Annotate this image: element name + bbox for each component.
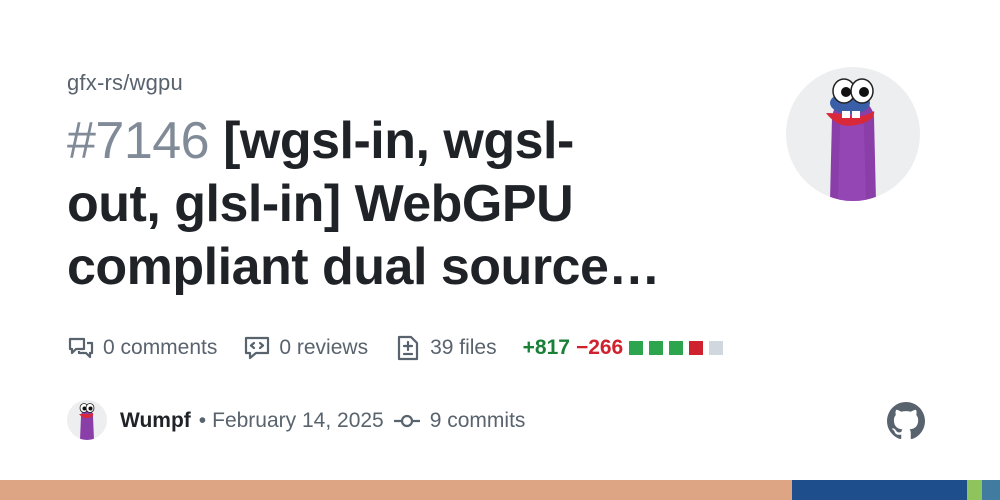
additions-count: +817 xyxy=(522,336,570,359)
file-diff-icon xyxy=(397,335,419,361)
diff-block xyxy=(669,341,684,355)
language-segment xyxy=(982,480,1000,500)
pr-title-line-1: [wgsl-in, wgsl- xyxy=(223,112,574,170)
language-segment xyxy=(792,480,967,500)
code-review-icon xyxy=(245,336,270,360)
repo-name[interactable]: gfx-rs/wgpu xyxy=(67,70,183,96)
reviews-stat[interactable]: 0 reviews xyxy=(243,334,368,362)
pr-title-line-2: out, glsl-in] WebGPU xyxy=(67,175,574,233)
pr-number: #7146 xyxy=(67,112,210,170)
diff-block xyxy=(689,341,704,355)
diff-block xyxy=(709,341,724,355)
language-segment xyxy=(0,480,792,500)
pr-title-line-3: compliant dual source… xyxy=(67,238,660,296)
pr-title: #7146 [wgsl-in, wgsl- out, glsl-in] WebG… xyxy=(67,110,707,299)
author-avatar-large xyxy=(786,67,920,201)
pr-stats: 0 comments 0 reviews 39 files +817 −266 xyxy=(67,333,729,363)
language-segment xyxy=(967,480,982,500)
diff-block xyxy=(629,341,644,355)
pr-meta: Wumpf • February 14, 2025 9 commits xyxy=(120,406,525,436)
diff-blocks xyxy=(629,341,729,355)
files-count: 39 files xyxy=(430,336,497,359)
author-name[interactable]: Wumpf xyxy=(120,409,191,433)
deletions-count: −266 xyxy=(575,336,624,359)
comments-count: 0 comments xyxy=(103,336,218,359)
files-stat[interactable]: 39 files xyxy=(394,334,497,362)
comment-discussion-icon xyxy=(68,337,94,359)
pr-date: February 14, 2025 xyxy=(212,409,384,432)
meta-separator: • xyxy=(198,409,207,432)
github-mark-icon[interactable] xyxy=(887,402,925,440)
reviews-count: 0 reviews xyxy=(279,336,369,359)
commits-count[interactable]: 9 commits xyxy=(430,409,526,433)
author-avatar-small[interactable] xyxy=(67,400,107,440)
comments-stat[interactable]: 0 comments xyxy=(67,334,217,362)
diff-block xyxy=(649,341,664,355)
language-bar xyxy=(0,480,1000,500)
git-commit-icon xyxy=(393,414,420,428)
